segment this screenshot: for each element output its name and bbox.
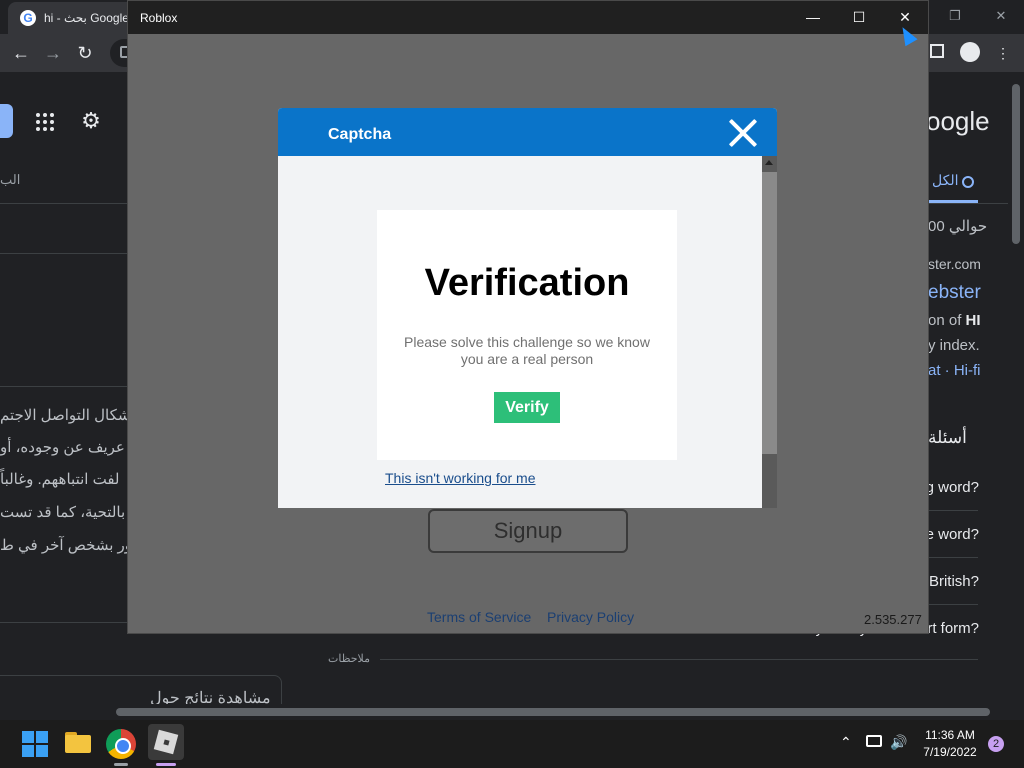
google-logo[interactable]: oogle <box>926 106 990 137</box>
side-panel-icon[interactable] <box>930 44 944 58</box>
signup-button[interactable]: Signup <box>428 509 628 553</box>
scrollbar-thumb[interactable] <box>116 708 990 716</box>
search-tab-fragment[interactable]: الب <box>0 172 20 188</box>
terms-of-service-link[interactable]: Terms of Service <box>427 609 531 625</box>
verify-button[interactable]: Verify <box>494 392 560 423</box>
chrome-icon[interactable] <box>106 729 136 759</box>
result-title[interactable]: ebster <box>928 282 981 304</box>
notification-badge[interactable]: 2 <box>988 736 1004 752</box>
verification-heading: Verification <box>424 262 630 304</box>
forward-arrow-icon[interactable]: → <box>40 40 66 66</box>
running-indicator <box>114 763 128 766</box>
back-arrow-icon[interactable]: ← <box>8 40 34 66</box>
verification-card: Verification Please solve this challenge… <box>377 210 677 460</box>
roblox-icon[interactable] <box>148 724 184 760</box>
close-icon[interactable] <box>726 116 760 150</box>
captcha-header: Captcha <box>278 108 777 156</box>
faq-divider <box>928 557 978 558</box>
result-divider <box>0 386 128 387</box>
search-icon <box>962 176 974 188</box>
vertical-scrollbar[interactable] <box>1008 72 1024 704</box>
file-explorer-icon[interactable] <box>63 729 93 759</box>
clock-time[interactable]: 11:36 AM <box>920 728 980 742</box>
browser-tab[interactable]: G hi - بحث Google <box>8 2 138 34</box>
captcha-modal: Captcha Verification Please solve this c… <box>278 108 777 508</box>
start-icon[interactable] <box>20 729 50 759</box>
notes-divider <box>380 659 978 660</box>
close-icon[interactable]: ✕ <box>978 0 1024 34</box>
snippet-line: بالتحية، كما قد تست <box>0 504 126 521</box>
tab-all[interactable]: الكل <box>932 172 959 189</box>
result-snippet-line: y index. <box>928 337 980 354</box>
reload-icon[interactable]: ↻ <box>72 40 98 66</box>
result-count: حوالي 00 <box>928 218 988 235</box>
tab-title: hi - بحث Google <box>44 11 129 25</box>
result-site[interactable]: ster.com <box>928 256 981 272</box>
network-icon[interactable] <box>866 735 882 747</box>
roblox-titlebar: Roblox — ☐ ✕ <box>128 1 928 34</box>
faq-item[interactable]: g word? <box>926 479 979 496</box>
chrome-window-controls: ❐ ✕ <box>932 0 1024 34</box>
privacy-policy-link[interactable]: Privacy Policy <box>547 609 634 625</box>
faq-divider <box>928 510 978 511</box>
faq-item[interactable]: British? <box>929 573 979 590</box>
faq-title: أسئلة <box>928 428 967 447</box>
result-snippet-line: on of HI <box>928 312 981 329</box>
result-divider <box>0 253 128 254</box>
maximize-icon[interactable]: ☐ <box>836 1 882 34</box>
google-apps-icon[interactable] <box>36 113 54 131</box>
verification-description: Please solve this challenge so we know y… <box>404 334 650 367</box>
profile-avatar-icon[interactable] <box>960 42 980 62</box>
snippet-line: شكال التواصل الاجتم <box>0 407 131 424</box>
volume-icon[interactable]: 🔊 <box>890 734 907 751</box>
snippet-line: عريف عن وجوده، أو <box>0 439 125 456</box>
notes-label: ملاحظات <box>328 653 370 665</box>
captcha-title: Captcha <box>328 126 392 143</box>
sign-in-button[interactable] <box>0 104 13 138</box>
scroll-up-arrow-icon[interactable] <box>765 160 773 165</box>
result-divider <box>0 622 128 623</box>
more-menu-icon[interactable]: ⋮ <box>992 42 1014 64</box>
clock-date[interactable]: 7/19/2022 <box>918 745 982 759</box>
online-count: 2.535.277 <box>864 612 922 627</box>
google-favicon-icon: G <box>20 10 36 26</box>
active-indicator <box>156 763 176 766</box>
not-working-link[interactable]: This isn't working for me <box>385 470 536 486</box>
chevron-up-icon[interactable]: ⌃ <box>840 734 852 751</box>
result-sitelinks[interactable]: at · Hi-fi <box>928 362 981 379</box>
scrollbar-thumb[interactable] <box>1012 84 1020 244</box>
restore-icon[interactable]: ❐ <box>932 0 978 34</box>
snippet-line: ور بشخص آخر في ط <box>0 537 133 554</box>
horizontal-scrollbar[interactable] <box>0 704 1008 720</box>
scrollbar-thumb[interactable] <box>762 172 777 454</box>
settings-gear-icon[interactable]: ⚙ <box>80 110 102 132</box>
minimize-icon[interactable]: — <box>790 1 836 34</box>
faq-item[interactable]: e word? <box>926 526 979 543</box>
captcha-scrollbar[interactable] <box>762 156 777 508</box>
window-title: Roblox <box>140 11 178 25</box>
snippet-line: لفت انتباههم. وغالباً <box>0 471 120 488</box>
faq-divider <box>928 604 978 605</box>
